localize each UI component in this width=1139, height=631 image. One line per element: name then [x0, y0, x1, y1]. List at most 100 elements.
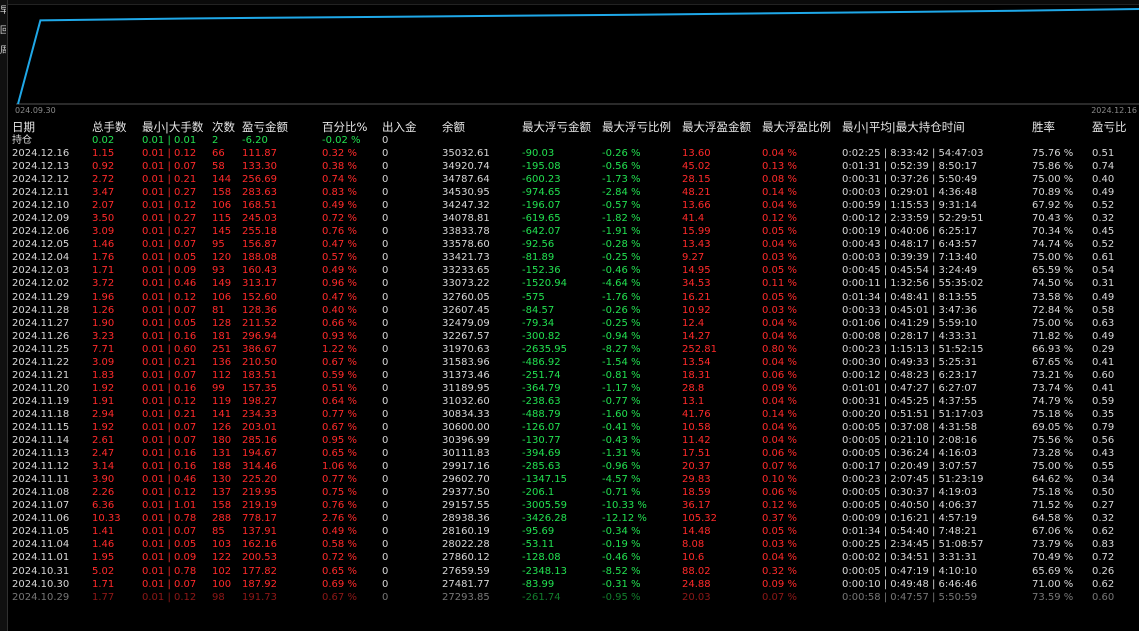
- cell-lots: 1.91: [92, 395, 115, 407]
- cell-pl-ratio: 0.83: [1092, 539, 1115, 551]
- table-row[interactable]: 2024.11.04 1.46 0.01 | 0.05 103 162.16 0.58 %…: [8, 538, 1139, 551]
- cell-max-float-profit-pct: 0.04 %: [762, 395, 797, 407]
- cell-percent: 0.77 %: [322, 474, 357, 486]
- cell-hold-time: 0:00:43 | 0:48:17 | 6:43:57: [842, 239, 978, 251]
- col-header-hold-time[interactable]: 最小|平均|最大持仓时间: [842, 120, 965, 134]
- cell-pl-ratio: 0.32: [1092, 513, 1115, 525]
- table-row[interactable]: 2024.12.11 3.47 0.01 | 0.27 158 283.63 0.83 %…: [8, 186, 1139, 199]
- cell-max-float-loss-pct: -0.56 %: [602, 161, 641, 173]
- table-row[interactable]: 2024.12.09 3.50 0.01 | 0.27 115 245.03 0.72 %…: [8, 212, 1139, 225]
- cell-max-float-profit: 13.66: [682, 200, 711, 212]
- cell-pnl: 255.18: [242, 226, 277, 238]
- cell-pl-ratio: 0.54: [1092, 265, 1115, 277]
- cell-max-float-profit: 20.37: [682, 461, 711, 473]
- table-row[interactable]: 2024.11.18 2.94 0.01 | 0.21 141 234.33 0.77 %…: [8, 408, 1139, 421]
- col-header-max-float-loss[interactable]: 最大浮亏金额: [522, 120, 591, 134]
- cell-hold-time: 0:00:12 | 0:48:23 | 6:23:17: [842, 369, 978, 381]
- cell-max-float-profit: 252.81: [682, 343, 717, 355]
- cell-lots: 1.15: [92, 148, 115, 159]
- table-row[interactable]: 2024.12.13 0.92 0.01 | 0.07 58 133.30 0.38 % 0…: [8, 160, 1139, 173]
- col-header-win-rate[interactable]: 胜率: [1032, 120, 1055, 134]
- col-header-deposit[interactable]: 出入金: [382, 120, 417, 134]
- cell-deposit: 0: [382, 474, 389, 486]
- chart-end-date: 2024.12.16: [1091, 106, 1137, 115]
- col-header-balance[interactable]: 余额: [442, 120, 465, 134]
- left-toolbar-label[interactable]: 早: [0, 4, 6, 19]
- cell-minmax-lots: 0.01 | 0.07: [142, 578, 197, 590]
- cell-max-float-profit: 36.17: [682, 500, 711, 512]
- table-row[interactable]: 2024.12.04 1.76 0.01 | 0.05 120 188.08 0.57 %…: [8, 251, 1139, 264]
- cell-max-float-loss: -79.34: [522, 317, 555, 329]
- left-toolbar-label[interactable]: 回: [0, 24, 6, 39]
- table-row[interactable]: 2024.12.12 2.72 0.01 | 0.21 144 256.69 0.74 %…: [8, 173, 1139, 186]
- cell-max-float-loss-pct: -0.41 %: [602, 421, 641, 433]
- table-row[interactable]: 2024.11.11 3.90 0.01 | 0.46 130 225.20 0.77 %…: [8, 473, 1139, 486]
- cell-count: 128: [212, 317, 232, 329]
- cell-max-float-loss: -128.08: [522, 552, 561, 564]
- table-row[interactable]: 2024.11.07 6.36 0.01 | 1.01 158 219.19 0.76 %…: [8, 499, 1139, 512]
- position-row[interactable]: 持仓 0.02 0.01 | 0.01 2 -6.20 -0.02 % 0: [8, 134, 1139, 147]
- table-row[interactable]: 2024.11.14 2.61 0.01 | 0.07 180 285.16 0.95 %…: [8, 434, 1139, 447]
- table-row[interactable]: 2024.11.27 1.90 0.01 | 0.05 128 211.52 0.66 %…: [8, 317, 1139, 330]
- cell-max-float-loss: -261.74: [522, 591, 561, 603]
- cell-deposit: 0: [382, 226, 389, 238]
- table-row[interactable]: 2024.12.05 1.46 0.01 | 0.07 95 156.87 0.47 % 0…: [8, 238, 1139, 251]
- cell-pl-ratio: 0.31: [1092, 278, 1115, 290]
- table-row[interactable]: 2024.11.22 3.09 0.01 | 0.21 136 210.50 0.67 %…: [8, 356, 1139, 369]
- col-header-max-float-profit-pct[interactable]: 最大浮盈比例: [762, 120, 831, 134]
- col-header-date[interactable]: 日期: [12, 120, 35, 134]
- col-header-count[interactable]: 次数: [212, 120, 235, 134]
- cell-date: 2024.11.27: [12, 317, 70, 329]
- cell-date: 2024.11.19: [12, 395, 70, 407]
- cell-minmax-lots: 0.01 | 0.07: [142, 435, 197, 447]
- table-row[interactable]: 2024.11.13 2.47 0.01 | 0.16 131 194.67 0.65 %…: [8, 447, 1139, 460]
- col-header-pnl[interactable]: 盈亏金额: [242, 120, 288, 134]
- cell-minmax-lots: 0.01 | 0.07: [142, 421, 197, 433]
- table-row[interactable]: 2024.11.25 7.71 0.01 | 0.60 251 386.67 1.22 %…: [8, 343, 1139, 356]
- cell-date: 2024.11.29: [12, 291, 70, 303]
- table-row[interactable]: 2024.10.31 5.02 0.01 | 0.78 102 177.82 0.65 %…: [8, 565, 1139, 578]
- table-row[interactable]: 2024.11.06 10.33 0.01 | 0.78 288 778.17 2.76 …: [8, 512, 1139, 525]
- col-header-minmax-lots[interactable]: 最小|大手数: [142, 120, 203, 134]
- table-row[interactable]: 2024.11.26 3.23 0.01 | 0.16 181 296.94 0.93 %…: [8, 330, 1139, 343]
- cell-max-float-profit-pct: 0.37 %: [762, 513, 797, 525]
- left-toolbar-label[interactable]: 周: [0, 44, 6, 59]
- cell-max-float-profit-pct: 0.04 %: [762, 435, 797, 447]
- table-row[interactable]: 2024.11.19 1.91 0.01 | 0.12 119 198.27 0.64 %…: [8, 395, 1139, 408]
- col-header-max-float-loss-pct[interactable]: 最大浮亏比例: [602, 120, 671, 134]
- col-header-percent[interactable]: 百分比%: [322, 120, 367, 134]
- table-row[interactable]: 2024.12.16 1.15 0.01 | 0.12 66 111.87 0.32 % 0…: [8, 147, 1139, 160]
- table-row[interactable]: 2024.10.30 1.71 0.01 | 0.07 100 187.92 0.69 %…: [8, 578, 1139, 591]
- col-header-lots[interactable]: 总手数: [92, 120, 127, 134]
- cell-count: 130: [212, 474, 232, 486]
- table-row[interactable]: 2024.11.05 1.41 0.01 | 0.07 85 137.91 0.49 % 0…: [8, 525, 1139, 538]
- cell-win-rate: 70.43 %: [1032, 213, 1074, 225]
- cell-date: 2024.11.05: [12, 526, 70, 538]
- cell-win-rate: 75.00 %: [1032, 252, 1074, 264]
- table-row[interactable]: 2024.12.10 2.07 0.01 | 0.12 106 168.51 0.49 %…: [8, 199, 1139, 212]
- cell-max-float-profit: 48.21: [682, 187, 711, 199]
- col-header-pl-ratio[interactable]: 盈亏比: [1092, 120, 1127, 134]
- table-row[interactable]: 2024.12.06 3.09 0.01 | 0.27 145 255.18 0.76 %…: [8, 225, 1139, 238]
- col-header-max-float-profit[interactable]: 最大浮盈金额: [682, 120, 751, 134]
- table-row[interactable]: 2024.12.03 1.71 0.01 | 0.09 93 160.43 0.49 % 0…: [8, 264, 1139, 277]
- table-row[interactable]: 2024.11.21 1.83 0.01 | 0.07 112 183.51 0.59 %…: [8, 369, 1139, 382]
- table-row[interactable]: 2024.12.02 3.72 0.01 | 0.46 149 313.17 0.96 %…: [8, 277, 1139, 290]
- cell-pl-ratio: 0.51: [1092, 148, 1115, 159]
- table-row[interactable]: 2024.11.29 1.96 0.01 | 0.12 106 152.60 0.47 %…: [8, 291, 1139, 304]
- table-row[interactable]: 2024.11.28 1.26 0.01 | 0.07 81 128.36 0.40 % 0…: [8, 304, 1139, 317]
- cell-max-float-profit-pct: 0.06 %: [762, 369, 797, 381]
- cell-max-float-profit-pct: 0.10 %: [762, 474, 797, 486]
- cell-balance: 34530.95: [442, 187, 490, 199]
- table-row[interactable]: 2024.11.15 1.92 0.01 | 0.07 126 203.01 0.67 %…: [8, 421, 1139, 434]
- cell-max-float-profit-pct: 0.04 %: [762, 317, 797, 329]
- table-row[interactable]: 2024.11.20 1.92 0.01 | 0.16 99 157.35 0.51 % 0…: [8, 382, 1139, 395]
- table-row[interactable]: 2024.11.08 2.26 0.01 | 0.12 137 219.95 0.75 %…: [8, 486, 1139, 499]
- cell-date: 2024.11.07: [12, 500, 70, 512]
- position-deposit: 0: [382, 135, 389, 146]
- cell-max-float-loss-pct: -1.17 %: [602, 382, 641, 394]
- table-row[interactable]: 2024.11.01 1.95 0.01 | 0.09 122 200.53 0.72 %…: [8, 551, 1139, 564]
- table-row[interactable]: 2024.10.29 1.77 0.01 | 0.12 98 191.73 0.67 % 0…: [8, 591, 1139, 604]
- table-row[interactable]: 2024.11.12 3.14 0.01 | 0.16 188 314.46 1.06 %…: [8, 460, 1139, 473]
- cell-win-rate: 70.89 %: [1032, 187, 1074, 199]
